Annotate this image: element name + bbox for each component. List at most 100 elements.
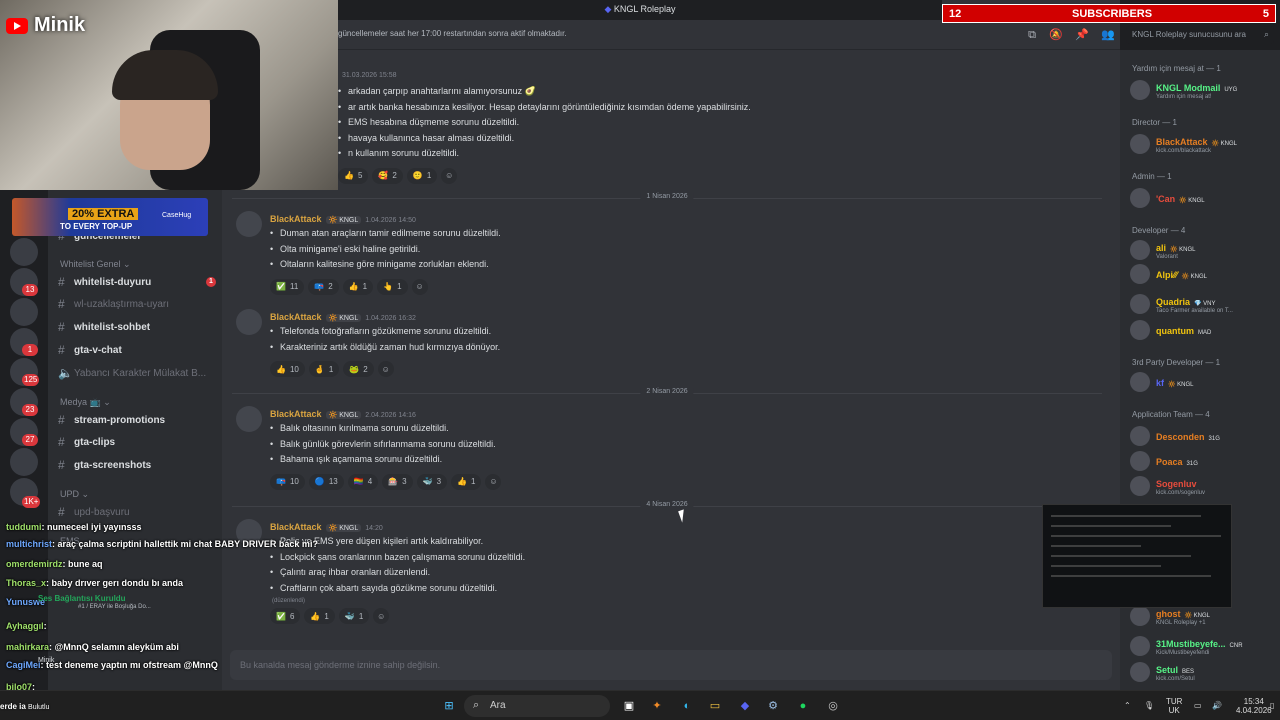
member-item[interactable]: 31Mustibeyefe... CNR Kick/Mustibeyefendi: [1130, 634, 1276, 658]
author-name[interactable]: BlackAttack: [270, 312, 322, 322]
microphone-icon[interactable]: 🎙: [1144, 701, 1154, 710]
channel-stream-promotions[interactable]: # stream-promotions: [58, 410, 216, 430]
reaction-count: 1: [362, 282, 368, 291]
steam-icon[interactable]: ⚙: [764, 697, 782, 715]
member-status: kick.com/blackattack: [1156, 148, 1212, 154]
member-name: Quadria: [1156, 297, 1191, 307]
reaction-button[interactable]: 👍 5: [338, 167, 369, 184]
copilot-icon[interactable]: ✦: [648, 697, 666, 715]
add-reaction-icon[interactable]: ☺: [411, 278, 428, 295]
member-item[interactable]: quantum MAD: [1130, 318, 1276, 342]
member-item[interactable]: KNGL Modmail UYG Yardım için mesaj at!: [1130, 78, 1276, 102]
server-icon[interactable]: [10, 448, 38, 476]
add-reaction-icon[interactable]: ☺: [485, 473, 502, 490]
reaction-button[interactable]: ✅ 6: [270, 608, 301, 624]
reaction-button[interactable]: 👍 10: [270, 361, 305, 377]
author-avatar[interactable]: [236, 211, 262, 237]
task-view-icon[interactable]: ▣: [620, 697, 638, 715]
date-divider: 2 Nisan 2026: [232, 388, 1102, 395]
category-whitelist[interactable]: Whitelist Genel ⌄: [60, 259, 131, 270]
channel-gta-clips[interactable]: # gta-clips: [58, 432, 216, 452]
reaction-button[interactable]: 👍 1: [342, 278, 374, 295]
member-list-icon[interactable]: 👥: [1100, 27, 1116, 43]
member-item[interactable]: kf 🔆 KNGL: [1130, 370, 1276, 394]
member-tag: 🔆 KNGL: [1211, 141, 1238, 147]
channel-label: whitelist-sohbet: [74, 321, 151, 333]
weather-widget[interactable]: erde ia Bulutlu: [0, 702, 49, 711]
reaction-emoji: 🐳: [344, 611, 355, 621]
reaction-button[interactable]: ✅ 11: [270, 278, 305, 295]
author-name[interactable]: BlackAttack: [270, 522, 322, 532]
message-line: ar artık banka hesabınıza kesiliyor. Hes…: [338, 102, 1158, 118]
channel-whitelist-sohbet[interactable]: # whitelist-sohbet: [58, 317, 216, 337]
reaction-button[interactable]: 🔵 13: [308, 473, 344, 490]
discord-taskbar-icon[interactable]: ◆: [736, 697, 754, 715]
subscriber-goal-bar: 12 SUBSCRIBERS 5: [942, 4, 1276, 23]
clock[interactable]: 15:34 4.04.2026: [1236, 697, 1272, 715]
reaction-button[interactable]: 🏳️‍🌈 4: [347, 473, 379, 490]
member-item[interactable]: ali 🔆 KNGL Valorant: [1130, 238, 1276, 262]
pin-icon[interactable]: 📌: [1074, 27, 1090, 43]
author-avatar[interactable]: [236, 406, 262, 432]
channel-gta-v-chat[interactable]: # gta-v-chat: [58, 340, 216, 360]
volume-icon[interactable]: 🔊: [1212, 701, 1222, 710]
reaction-button[interactable]: 🐳 1: [338, 608, 370, 624]
obs-icon[interactable]: ◎: [824, 697, 842, 715]
member-item[interactable]: BlackAttack 🔆 KNGL kick.com/blackattack: [1130, 132, 1276, 156]
reaction-button[interactable]: 👍 1: [304, 608, 335, 624]
channel-topic: güncellemeler saat her 17:00 restartında…: [338, 29, 567, 38]
reaction-button[interactable]: 🐸 2: [343, 361, 374, 377]
channel-upd-basvuru[interactable]: # upd-başvuru: [58, 502, 216, 522]
spotify-icon[interactable]: ●: [794, 697, 812, 715]
channel-wl-uzaklastirma[interactable]: # wl-uzaklaştırma-uyarı: [58, 294, 216, 314]
member-item[interactable]: Alpi⁄⁄⁄ 🔆 KNGL: [1130, 262, 1276, 286]
reaction-button[interactable]: 📪 2: [308, 278, 339, 295]
threads-icon[interactable]: ⧉: [1024, 27, 1040, 43]
member-item[interactable]: 'Can 🔆 KNGL: [1130, 186, 1276, 210]
start-icon[interactable]: ⊞: [440, 697, 458, 715]
add-reaction-icon[interactable]: ☺: [441, 167, 458, 184]
author-name[interactable]: BlackAttack: [270, 409, 322, 419]
channel-gta-screenshots[interactable]: # gta-screenshots: [58, 455, 216, 475]
reaction-count: 3: [436, 477, 442, 486]
reaction-button[interactable]: 👍 1: [451, 473, 482, 490]
reaction-emoji: 🎰: [388, 477, 399, 486]
tray-chevron-icon[interactable]: ⌃: [1124, 701, 1131, 710]
author-name[interactable]: BlackAttack: [270, 214, 322, 224]
server-icon[interactable]: [10, 238, 38, 266]
category-medya[interactable]: Medya 📺 ⌄: [60, 397, 111, 408]
network-icon[interactable]: ▭: [1194, 701, 1202, 710]
reaction-button[interactable]: 🥰 2: [372, 167, 403, 184]
member-item[interactable]: Quadria 💎 VNY Taco Farmer available on T..…: [1130, 292, 1276, 316]
add-reaction-icon[interactable]: ☺: [377, 361, 394, 377]
reaction-button[interactable]: 🙂 1: [406, 167, 438, 184]
add-reaction-icon[interactable]: ☺: [373, 608, 390, 624]
category-upd[interactable]: UPD ⌄: [60, 489, 89, 500]
youtube-logo: Minik: [6, 14, 85, 37]
notification-icon[interactable]: ▯: [1270, 701, 1274, 710]
member-item[interactable]: Setul BES kick.com/Setul: [1130, 660, 1276, 684]
role-header: 3rd Party Developer — 1: [1132, 358, 1221, 367]
server-icon[interactable]: [10, 298, 38, 326]
member-item[interactable]: Desconden 31G: [1130, 424, 1276, 448]
reaction-button[interactable]: 🤞 1: [308, 361, 340, 377]
channel-label: upd-başvuru: [74, 506, 130, 518]
file-explorer-icon[interactable]: ▭: [706, 697, 724, 715]
notification-bell-icon[interactable]: 🔕: [1048, 27, 1064, 43]
search-input[interactable]: KNGL Roleplay sunucusunu ara ⌕: [1126, 26, 1274, 44]
author-avatar[interactable]: [236, 309, 262, 335]
reaction-button[interactable]: 👆 1: [377, 278, 408, 295]
member-item[interactable]: Sogenluv kick.com/sogenluv: [1130, 474, 1276, 498]
input-language[interactable]: TUR UK: [1166, 697, 1182, 715]
member-item[interactable]: Poaca 31G: [1130, 449, 1276, 473]
channel-yabanci-karakter[interactable]: 🔈 Yabancı Karakter Mülakat B...: [58, 363, 216, 383]
server-badge: 23: [22, 404, 38, 416]
reaction-button[interactable]: 🎰 3: [382, 473, 413, 490]
channel-whitelist-duyuru[interactable]: # whitelist-duyuru 1: [58, 272, 216, 292]
reaction-button[interactable]: 📪 10: [270, 473, 305, 490]
message-composer[interactable]: Bu kanalda mesaj gönderme iznine sahip d…: [230, 650, 1112, 680]
taskbar-search[interactable]: ⌕ Ara: [464, 695, 610, 717]
edge-icon[interactable]: ◐: [678, 697, 696, 715]
message-line: Balık günlük görevlerin sıfırlanmama sor…: [270, 439, 1090, 455]
reaction-button[interactable]: 🐳 3: [416, 473, 448, 490]
